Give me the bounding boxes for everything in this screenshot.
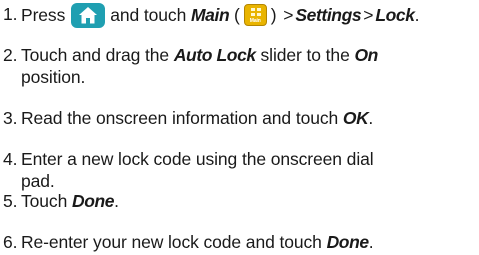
path-separator: > <box>363 5 374 25</box>
step-number: 1. <box>3 4 18 24</box>
paren-close: ) <box>270 5 277 25</box>
main-icon-caption: Main <box>249 18 261 24</box>
home-icon <box>71 3 106 28</box>
step-number: 2. <box>3 45 18 65</box>
step-5-period: . <box>114 191 119 211</box>
step-text: Read the onscreen information and touch … <box>21 107 473 129</box>
paren-open: ( <box>234 5 240 25</box>
step-3-text-a: Read the onscreen information and touch <box>21 108 339 128</box>
step-5-text-a: Touch <box>21 191 68 211</box>
auto-lock-label: Auto Lock <box>173 45 256 65</box>
path-separator: > <box>283 5 294 25</box>
lock-label: Lock <box>375 5 415 25</box>
step-number: 6. <box>3 232 18 252</box>
done-label: Done <box>326 232 370 252</box>
done-label: Done <box>71 191 115 211</box>
step-2-text-b: slider to the <box>260 45 350 65</box>
step-number: 4. <box>3 149 18 169</box>
main-menu-label: Main <box>190 5 230 25</box>
step-text: Press and touch Main (Main) > Settings > Loc… <box>21 3 473 28</box>
step-4-line-2: pad. <box>21 171 55 191</box>
step-6-text-a: Re-enter your new lock code and touch <box>21 232 322 252</box>
step-1-touch-text: and touch <box>110 5 187 25</box>
step-text: Touch Done. <box>21 190 473 212</box>
step-number: 5. <box>3 191 18 211</box>
ok-label: OK <box>342 108 369 128</box>
settings-label: Settings <box>295 5 362 25</box>
step-1-period: . <box>414 5 420 25</box>
step-3-period: . <box>368 108 374 128</box>
step-text: Re-enter your new lock code and touch Do… <box>21 231 473 253</box>
step-4-line-1: Enter a new lock code using the onscreen… <box>21 149 374 169</box>
step-1-press-text: Press <box>21 5 66 25</box>
step-2-text-c: position. <box>21 67 86 87</box>
step-number: 3. <box>3 108 18 128</box>
step-text: Enter a new lock code using the onscreen… <box>21 148 473 192</box>
main-menu-icon: Main <box>243 4 267 26</box>
step-2-text-a: Touch and drag the <box>21 45 170 65</box>
step-text: Touch and drag the Auto Lock slider to t… <box>21 44 473 88</box>
step-6-period: . <box>368 232 374 252</box>
on-label: On <box>354 45 378 65</box>
